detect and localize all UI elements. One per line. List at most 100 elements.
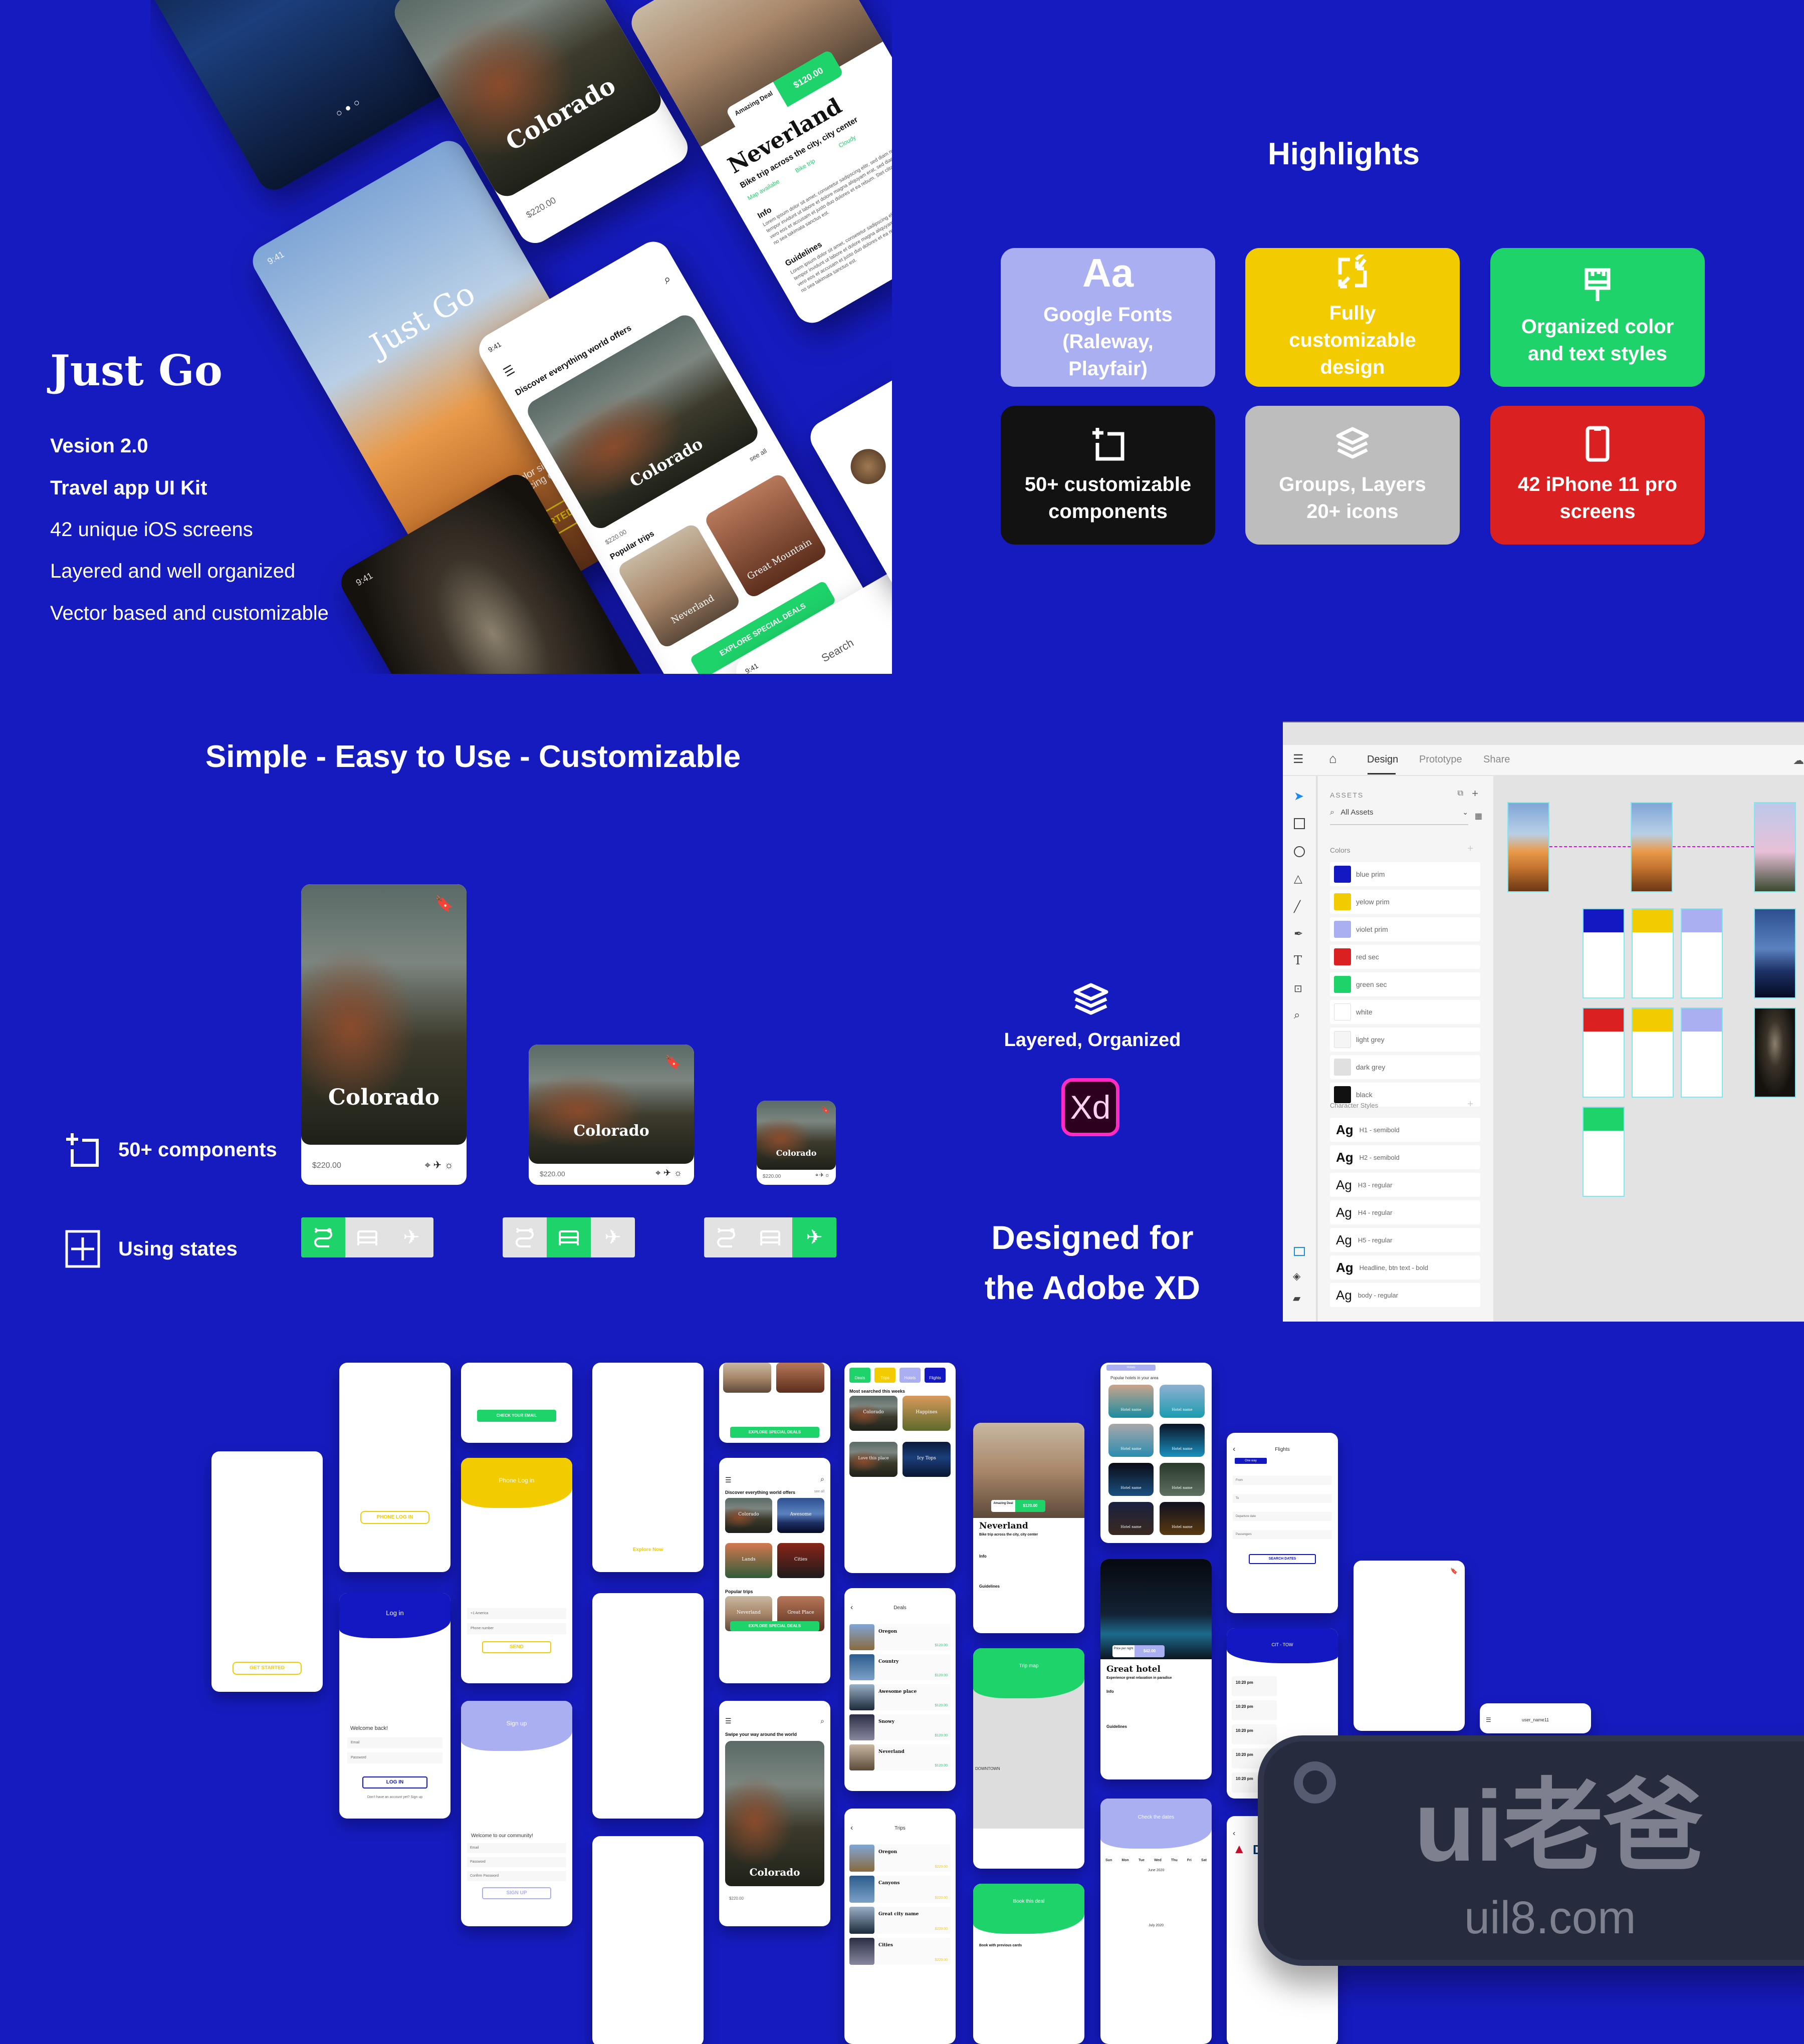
page-dots[interactable]: ○●○ — [592, 1799, 704, 1804]
tab-trips[interactable]: Trips — [874, 1368, 895, 1383]
artboard[interactable] — [1754, 1007, 1796, 1098]
trip-card[interactable]: Icy Tops — [903, 1442, 951, 1477]
artboard[interactable] — [1754, 802, 1796, 892]
hotel-bed-icon[interactable] — [547, 1217, 591, 1257]
places-carousel[interactable] — [973, 1829, 1084, 1869]
state-toggle-flights[interactable]: ✈ — [704, 1217, 836, 1257]
bookmark-add-icon[interactable]: 🔖 — [1450, 1568, 1458, 1575]
flight-plane-icon[interactable]: ✈ — [389, 1217, 433, 1257]
list-item[interactable]: Oregon $220.00 — [849, 1845, 951, 1872]
trip-card[interactable] — [723, 1363, 771, 1393]
color-asset[interactable]: red sec — [1330, 945, 1480, 969]
check-email-button[interactable]: CHECK YOUR EMAIL — [477, 1410, 556, 1422]
send-button[interactable]: SEND — [482, 1641, 551, 1653]
character-style-asset[interactable]: Ag H1 - semibold — [1330, 1118, 1480, 1142]
character-style-asset[interactable]: Ag H5 - regular — [1330, 1228, 1480, 1252]
hotel-card[interactable]: Hotel name — [1108, 1463, 1154, 1496]
signup-link[interactable]: Don't have an account yet? Sign up — [339, 1796, 450, 1799]
artboard[interactable] — [1681, 908, 1723, 998]
see-all-link[interactable]: see all — [814, 1490, 824, 1493]
to-field[interactable]: To — [1233, 1494, 1332, 1503]
trip-card[interactable]: Happines — [903, 1396, 951, 1431]
menu-icon[interactable]: ☰ — [725, 1476, 732, 1484]
home-icon[interactable]: ⌂ — [1329, 751, 1337, 766]
trips-route-icon[interactable] — [704, 1217, 748, 1257]
text-tool-icon[interactable]: T — [1294, 953, 1302, 967]
back-icon[interactable]: ‹ — [1233, 1829, 1235, 1838]
tab-prototype[interactable]: Prototype — [1419, 754, 1462, 765]
artboard[interactable] — [1583, 908, 1625, 998]
passengers-field[interactable]: Passengers — [1233, 1530, 1332, 1539]
color-asset[interactable]: light grey — [1330, 1028, 1480, 1052]
search-icon[interactable]: ⌕ — [820, 1717, 824, 1725]
hotel-card[interactable]: Hotel name — [1160, 1424, 1205, 1457]
tab-design[interactable]: Design — [1367, 754, 1398, 765]
character-style-asset[interactable]: Ag H3 - regular — [1330, 1173, 1480, 1197]
trip-card[interactable]: Love this place — [849, 1442, 897, 1477]
list-item[interactable]: Neverland $120.00 — [849, 1744, 951, 1770]
flight-time-row[interactable]: 10:20 pm — [1232, 1724, 1277, 1744]
color-asset[interactable]: yelow prim — [1330, 890, 1480, 914]
zoom-tool-icon[interactable]: ⌕ — [1294, 1008, 1300, 1021]
flight-time-row[interactable]: 10:20 pm — [1232, 1676, 1277, 1696]
artboard[interactable] — [1507, 802, 1549, 892]
tab-one-way[interactable]: One way — [1235, 1458, 1267, 1464]
select-tool-icon[interactable]: ➤ — [1294, 789, 1304, 804]
line-tool-icon[interactable]: ╱ — [1294, 900, 1300, 913]
artboard[interactable] — [1754, 908, 1796, 998]
add-style-icon[interactable]: + — [1467, 1099, 1473, 1110]
bookmark-add-icon[interactable]: 🔖 — [435, 895, 454, 913]
hotel-card[interactable]: Hotel name — [1108, 1502, 1154, 1535]
trip-card[interactable]: Colorado — [725, 1498, 772, 1533]
hotel-card[interactable]: Hotel name — [1160, 1385, 1205, 1418]
state-toggle-hotels[interactable]: ✈ — [503, 1217, 635, 1257]
search-icon[interactable]: ⌕ — [661, 272, 674, 288]
flight-plane-icon[interactable]: ✈ — [792, 1217, 836, 1257]
list-item[interactable]: Canyons $220.00 — [849, 1876, 951, 1903]
ellipse-tool-icon[interactable] — [1294, 846, 1305, 857]
artboard[interactable] — [1583, 1107, 1625, 1197]
cloud-icon[interactable]: ☁ — [1793, 754, 1804, 767]
tab-share[interactable]: Share — [1483, 754, 1510, 765]
list-item[interactable]: Country $120.00 — [849, 1654, 951, 1680]
asset-search[interactable]: ⌕ All Assets ⌄ — [1330, 808, 1468, 825]
trip-card[interactable] — [776, 1363, 824, 1393]
explore-deals-button[interactable]: EXPLORE SPECIAL DEALS — [730, 1621, 819, 1631]
hotel-bed-icon[interactable] — [748, 1217, 792, 1257]
color-asset[interactable]: dark grey — [1330, 1055, 1480, 1079]
list-item[interactable]: Awesome place $120.00 — [849, 1684, 951, 1710]
from-field[interactable]: From — [1233, 1476, 1332, 1485]
add-color-icon[interactable]: + — [1467, 843, 1473, 855]
tab-hotels[interactable]: Hotels — [899, 1368, 921, 1383]
artboard[interactable] — [1681, 1007, 1723, 1098]
tab-flights[interactable]: Flights — [925, 1368, 946, 1383]
explore-deals-button[interactable]: EXPLORE SPECIAL DEALS — [730, 1427, 819, 1438]
password-field[interactable]: Password — [347, 1752, 442, 1763]
phone-field[interactable]: Phone number — [467, 1623, 566, 1634]
menu-icon[interactable]: ☰ — [1293, 752, 1304, 766]
flight-time-row[interactable]: 10:20 pm — [1232, 1700, 1277, 1720]
email-field[interactable]: Email — [467, 1843, 566, 1853]
country-field[interactable]: +1 America — [467, 1608, 566, 1619]
artboard[interactable] — [1583, 1007, 1625, 1098]
list-item[interactable]: Oregon $120.00 — [849, 1624, 951, 1650]
color-asset[interactable]: white — [1330, 1000, 1480, 1024]
character-style-asset[interactable]: Ag body - regular — [1330, 1283, 1480, 1307]
menu-icon[interactable]: ☰ — [725, 1717, 732, 1725]
chevron-down-icon[interactable]: ⌄ — [1462, 808, 1468, 817]
explore-now-button[interactable]: Explore Now — [592, 1547, 704, 1553]
list-item[interactable]: Cities $220.00 — [849, 1938, 951, 1965]
library-icon[interactable]: ⧉ — [1458, 789, 1463, 798]
see-all-link[interactable]: see all — [748, 447, 768, 463]
artboard[interactable] — [1632, 908, 1674, 998]
artboard-tool-icon[interactable]: ⊡ — [1294, 982, 1302, 995]
destination-card-medium[interactable]: 🔖 Colorado $220.00 ⌖✈☼ — [529, 1045, 694, 1185]
pen-tool-icon[interactable]: ✒ — [1294, 927, 1303, 940]
phone-login-button[interactable]: PHONE LOG IN — [360, 1511, 429, 1524]
polygon-tool-icon[interactable]: △ — [1294, 872, 1302, 885]
state-toggle-trips[interactable]: ✈ — [301, 1217, 433, 1257]
tab-deals[interactable]: Deals — [849, 1368, 870, 1383]
color-asset[interactable]: violet prim — [1330, 917, 1480, 941]
search-icon[interactable]: ⌕ — [820, 1475, 824, 1483]
grid-view-icon[interactable]: ▦ — [1475, 811, 1482, 821]
